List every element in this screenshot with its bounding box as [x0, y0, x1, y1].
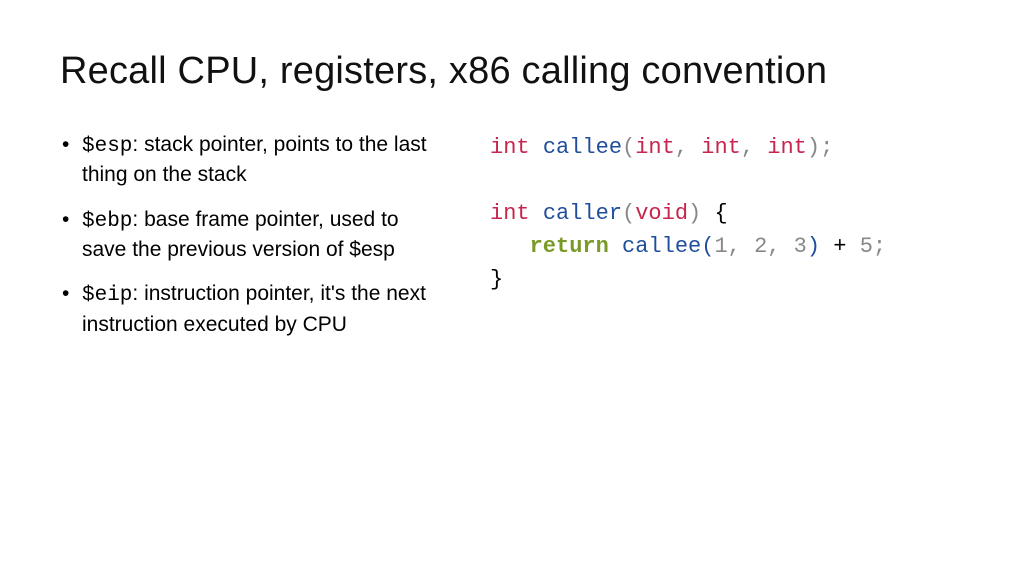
call-callee: callee(	[622, 234, 714, 259]
list-item: $esp: stack pointer, points to the last …	[60, 131, 440, 190]
register-name: $eip	[82, 284, 132, 307]
left-column: $esp: stack pointer, points to the last …	[60, 131, 440, 355]
fn-callee: callee	[543, 135, 622, 160]
list-item: $ebp: base frame pointer, used to save t…	[60, 206, 440, 265]
right-column: int callee(int, int, int); int caller(vo…	[490, 131, 964, 355]
bullet-desc: : instruction pointer, it's the next ins…	[82, 282, 426, 335]
list-item: $eip: instruction pointer, it's the next…	[60, 280, 440, 339]
register-name: $esp	[82, 135, 132, 158]
code-block: int callee(int, int, int); int caller(vo…	[490, 131, 964, 296]
register-name: $ebp	[82, 210, 132, 233]
keyword-void: void	[635, 201, 688, 226]
slide-title: Recall CPU, registers, x86 calling conve…	[60, 50, 964, 93]
bullet-list: $esp: stack pointer, points to the last …	[60, 131, 440, 339]
content-columns: $esp: stack pointer, points to the last …	[60, 131, 964, 355]
keyword-int: int	[490, 201, 530, 226]
keyword-int: int	[490, 135, 530, 160]
fn-caller: caller	[543, 201, 622, 226]
keyword-return: return	[530, 234, 609, 259]
bullet-desc: : stack pointer, points to the last thin…	[82, 133, 427, 186]
